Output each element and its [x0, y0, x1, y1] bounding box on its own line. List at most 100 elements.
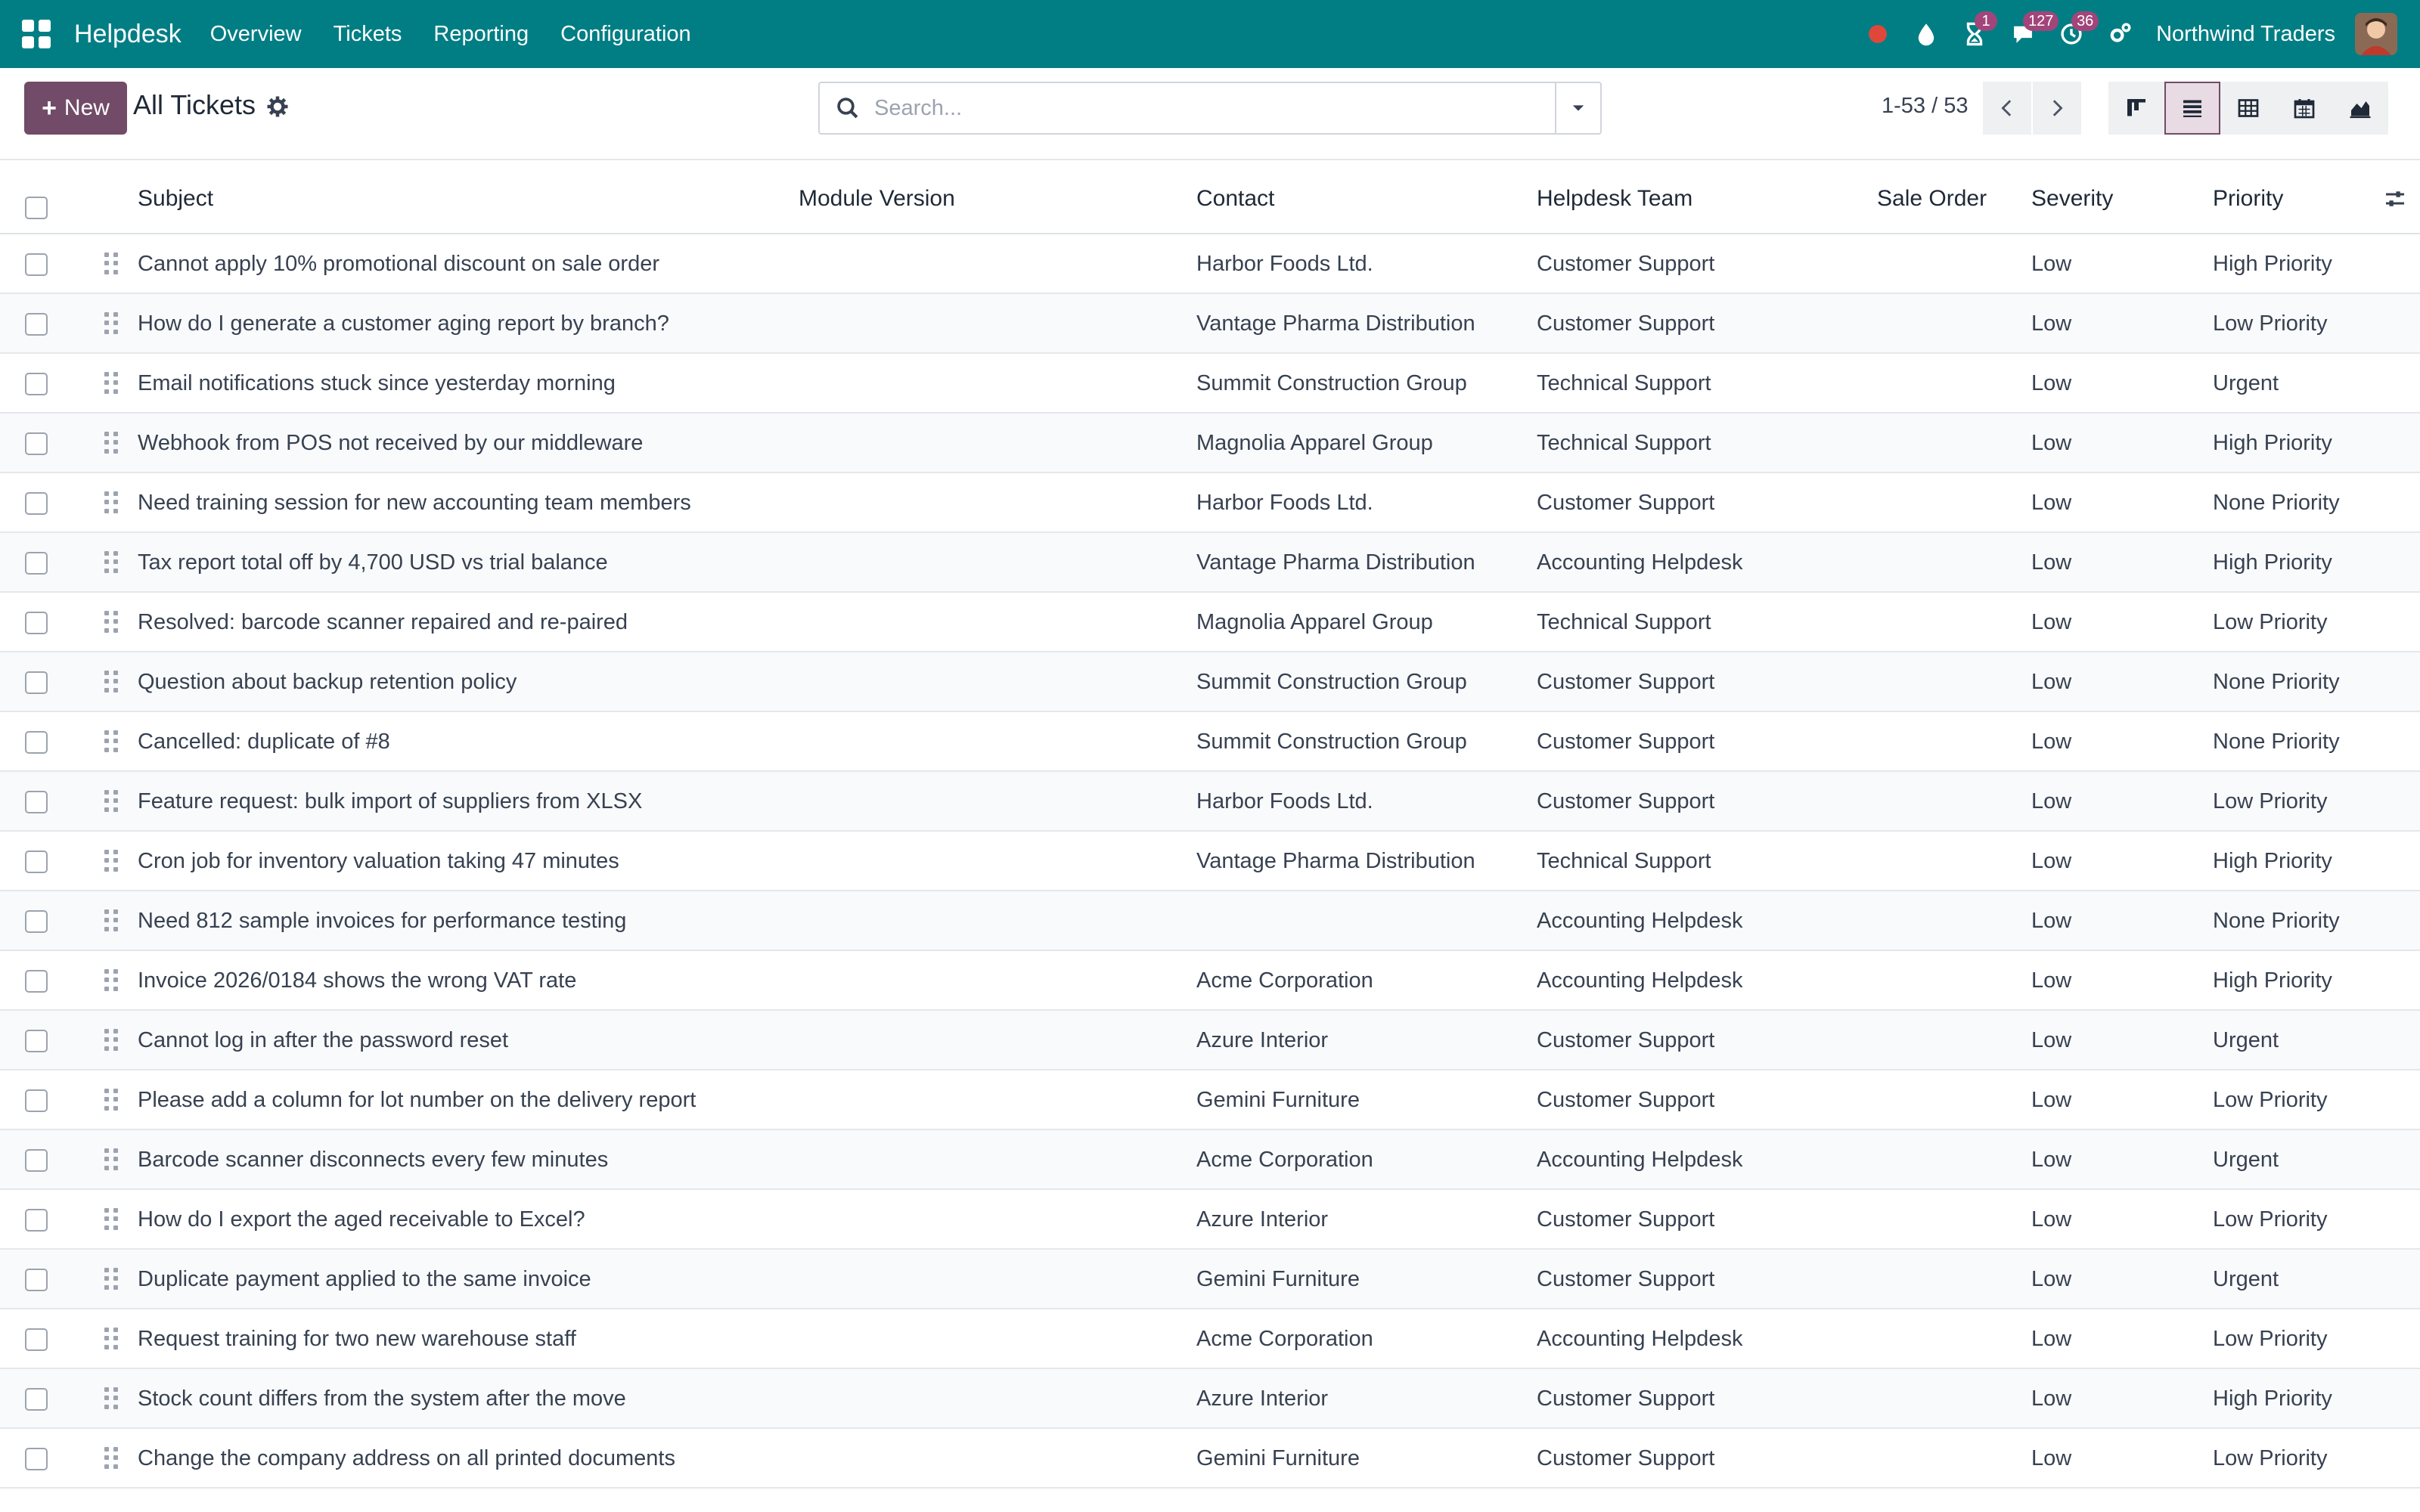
drag-handle-icon[interactable]: [104, 1447, 119, 1470]
table-row[interactable]: Cannot apply 10% promotional discount on…: [0, 234, 2420, 294]
drag-handle-icon[interactable]: [104, 850, 119, 872]
drag-handle-icon[interactable]: [104, 372, 119, 395]
table-row[interactable]: Resolved: barcode scanner repaired and r…: [0, 593, 2420, 652]
drag-handle-icon[interactable]: [104, 1089, 119, 1111]
column-subject[interactable]: Subject: [138, 160, 213, 234]
table-row[interactable]: Stock count differs from the system afte…: [0, 1369, 2420, 1429]
drag-handle-icon[interactable]: [104, 730, 119, 753]
gear-icon[interactable]: [266, 95, 289, 118]
user-avatar[interactable]: [2355, 13, 2397, 55]
row-checkbox[interactable]: [25, 671, 48, 694]
row-checkbox[interactable]: [25, 492, 48, 515]
drag-handle-icon[interactable]: [104, 909, 119, 932]
select-all-checkbox[interactable]: [25, 197, 48, 219]
drag-handle-icon[interactable]: [104, 432, 119, 454]
column-severity[interactable]: Severity: [2031, 160, 2113, 234]
row-checkbox[interactable]: [25, 253, 48, 276]
row-checkbox[interactable]: [25, 910, 48, 933]
row-checkbox[interactable]: [25, 373, 48, 395]
table-row[interactable]: Need 812 sample invoices for performance…: [0, 891, 2420, 951]
column-module-version[interactable]: Module Version: [799, 160, 955, 234]
hourglass-icon[interactable]: 1: [1959, 11, 1998, 49]
table-row[interactable]: How do I generate a customer aging repor…: [0, 294, 2420, 354]
record-icon[interactable]: [1863, 19, 1893, 49]
search-input[interactable]: [874, 85, 1555, 131]
drag-handle-icon[interactable]: [104, 611, 119, 634]
table-row[interactable]: Duplicate payment applied to the same in…: [0, 1250, 2420, 1309]
row-checkbox[interactable]: [25, 1328, 48, 1351]
row-checkbox[interactable]: [25, 1149, 48, 1172]
table-row[interactable]: Email notifications stuck since yesterda…: [0, 354, 2420, 414]
search-options-toggle[interactable]: [1555, 83, 1600, 133]
row-checkbox[interactable]: [25, 1030, 48, 1052]
pager-previous-button[interactable]: [1983, 82, 2031, 135]
row-checkbox[interactable]: [25, 1209, 48, 1232]
column-priority[interactable]: Priority: [2213, 160, 2283, 234]
row-checkbox[interactable]: [25, 313, 48, 336]
table-row[interactable]: Request training for two new warehouse s…: [0, 1309, 2420, 1369]
drag-handle-icon[interactable]: [104, 1387, 119, 1410]
droplet-icon[interactable]: [1911, 19, 1941, 49]
menu-tickets[interactable]: Tickets: [334, 22, 402, 47]
drag-handle-icon[interactable]: [104, 1208, 119, 1231]
row-checkbox[interactable]: [25, 1089, 48, 1112]
menu-overview[interactable]: Overview: [210, 22, 302, 47]
table-row[interactable]: Need training session for new accounting…: [0, 473, 2420, 533]
drag-handle-icon[interactable]: [104, 969, 119, 992]
apps-grid-icon[interactable]: [21, 19, 51, 49]
list-view-button[interactable]: [2164, 82, 2220, 135]
table-row[interactable]: Webhook from POS not received by our mid…: [0, 414, 2420, 473]
table-row[interactable]: Please add a column for lot number on th…: [0, 1070, 2420, 1130]
row-checkbox[interactable]: [25, 731, 48, 754]
cell-sale-order: [1877, 1190, 2021, 1250]
row-checkbox[interactable]: [25, 552, 48, 575]
table-row[interactable]: Tax report total off by 4,700 USD vs tri…: [0, 533, 2420, 593]
pager-value[interactable]: 1-53 / 53: [1882, 94, 1968, 119]
menu-configuration[interactable]: Configuration: [560, 22, 691, 47]
table-row[interactable]: Barcode scanner disconnects every few mi…: [0, 1130, 2420, 1190]
drag-handle-icon[interactable]: [104, 1268, 119, 1290]
cell-priority: Urgent: [2213, 371, 2279, 395]
graph-view-button[interactable]: [2332, 82, 2388, 135]
drag-handle-icon[interactable]: [104, 790, 119, 813]
drag-handle-icon[interactable]: [104, 491, 119, 514]
row-checkbox[interactable]: [25, 1448, 48, 1470]
company-switcher[interactable]: Northwind Traders: [2156, 22, 2335, 47]
row-checkbox[interactable]: [25, 1269, 48, 1291]
row-checkbox[interactable]: [25, 432, 48, 455]
drag-handle-icon[interactable]: [104, 253, 119, 275]
clock-icon[interactable]: 36: [2056, 11, 2099, 49]
menu-reporting[interactable]: Reporting: [433, 22, 529, 47]
row-checkbox[interactable]: [25, 612, 48, 634]
calendar-view-button[interactable]: [2276, 82, 2332, 135]
pager-next-button[interactable]: [2033, 82, 2081, 135]
column-sale-order[interactable]: Sale Order: [1877, 160, 1987, 234]
row-checkbox[interactable]: [25, 791, 48, 813]
new-button[interactable]: + New: [24, 82, 127, 135]
table-row[interactable]: Change the company address on all printe…: [0, 1429, 2420, 1489]
row-checkbox[interactable]: [25, 1388, 48, 1411]
table-row[interactable]: How do I export the aged receivable to E…: [0, 1190, 2420, 1250]
table-row[interactable]: Cancelled: duplicate of #8 Summit Constru…: [0, 712, 2420, 772]
app-brand[interactable]: Helpdesk: [74, 20, 182, 49]
drag-handle-icon[interactable]: [104, 1029, 119, 1052]
table-row[interactable]: Invoice 2026/0184 shows the wrong VAT ra…: [0, 951, 2420, 1011]
table-row[interactable]: Cannot log in after the password reset Az…: [0, 1011, 2420, 1070]
drag-handle-icon[interactable]: [104, 671, 119, 693]
table-row[interactable]: Cron job for inventory valuation taking …: [0, 832, 2420, 891]
kanban-view-button[interactable]: [2108, 82, 2164, 135]
column-contact[interactable]: Contact: [1196, 160, 1274, 234]
column-helpdesk-team[interactable]: Helpdesk Team: [1537, 160, 1692, 234]
row-checkbox[interactable]: [25, 850, 48, 873]
drag-handle-icon[interactable]: [104, 1148, 119, 1171]
settings-icon[interactable]: [2105, 19, 2135, 49]
optional-columns-icon[interactable]: [2384, 187, 2406, 210]
row-checkbox[interactable]: [25, 970, 48, 993]
drag-handle-icon[interactable]: [104, 312, 119, 335]
chat-icon[interactable]: 127: [2008, 11, 2059, 49]
table-row[interactable]: Question about backup retention policy Su…: [0, 652, 2420, 712]
drag-handle-icon[interactable]: [104, 1328, 119, 1350]
pivot-view-button[interactable]: [2220, 82, 2276, 135]
drag-handle-icon[interactable]: [104, 551, 119, 574]
table-row[interactable]: Feature request: bulk import of supplier…: [0, 772, 2420, 832]
